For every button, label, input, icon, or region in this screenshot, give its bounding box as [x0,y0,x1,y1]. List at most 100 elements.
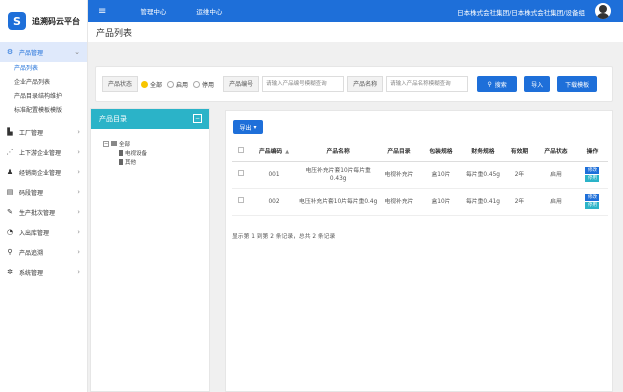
sidebar-item-label: 工厂管理 [19,129,44,137]
document-icon [119,149,123,156]
chevron-right-icon: › [77,208,80,216]
radio-disabled[interactable]: 停用 [193,80,214,89]
product-table: 产品编码 ▲ 产品名称 产品目录 包装规格 财务规格 有效期 产品状态 操作 00… [232,141,608,216]
search-button-label: 搜索 [494,81,507,89]
users-icon: ♟ [6,168,14,176]
tree-node-label: 全部 [119,141,131,148]
app-name: 追溯码云平台 [32,16,80,26]
avatar[interactable] [595,3,611,19]
code-label: 产品编号 [223,76,260,92]
caret-down-icon: ▾ [253,123,257,131]
cell-catalog: 电视补充片 [377,161,420,189]
catalog-tree-panel: 产品目录 − − 全部 电视设备 其他 [90,108,210,392]
sidebar-item-label: 码段管理 [19,189,44,197]
tree-title: 产品目录 [99,115,127,123]
pen-icon: ✎ [7,208,13,216]
disable-button[interactable]: 停用 [585,202,600,209]
document-icon [119,158,123,165]
col-actions: 操作 [576,141,608,162]
tree-node-root[interactable]: − 全部 [103,139,209,148]
menu-icon[interactable]: ≡ [98,6,106,17]
radio-label: 停用 [202,81,215,89]
radio-dot [141,80,149,88]
export-button[interactable]: 导出 ▾ [233,120,263,134]
sidebar-item-label: 产品追溯 [19,249,44,257]
disable-button[interactable]: 停用 [585,175,600,182]
sidebar-item-supply-chain[interactable]: ⋰ 上下游企业管理 › [0,142,87,162]
col-catalog: 产品目录 [377,141,420,162]
radio-enabled[interactable]: 启用 [167,80,188,89]
download-template-button[interactable]: 下载模板 [557,76,598,92]
row-select-cell[interactable] [232,188,250,216]
edit-button[interactable]: 修改 [585,194,600,201]
tree-toggle-icon[interactable]: − [103,140,109,147]
import-button[interactable]: 导入 [524,76,551,92]
sidebar-item-factory[interactable]: ▙ 工厂管理 › [0,122,87,142]
pagination-info: 显示第 1 到第 2 条记录，总共 2 条记录 [232,234,336,240]
cell-finance: 每片重0.45g [461,161,504,189]
collapse-icon[interactable]: − [193,114,202,123]
gear-icon: ⚙ [6,48,14,56]
export-button-label: 导出 [239,124,252,132]
sidebar-item-code-segment[interactable]: ▤ 码段管理 › [0,182,87,202]
product-code-input[interactable]: 请输入产品编号模糊查询 [262,76,345,92]
tree-header: 产品目录 − [91,109,209,129]
sort-icon[interactable]: ▲ [285,149,289,155]
row-select-cell[interactable] [232,161,250,189]
tree-node-child[interactable]: 其他 [103,157,209,166]
col-finance: 财务规格 [461,141,504,162]
edit-button[interactable]: 修改 [585,167,600,174]
tab-operations[interactable]: 运维中心 [196,6,222,16]
sidebar-item-system[interactable]: ✲ 系统管理 › [0,262,87,282]
search-button[interactable]: ⚲ 搜索 [477,76,518,92]
sidebar-item-warehouse[interactable]: ◔ 入出库管理 › [0,222,87,242]
radio-all[interactable]: 全部 [141,80,162,89]
cell-status: 启用 [534,161,577,189]
chevron-right-icon: › [77,148,80,156]
radio-dot [167,80,175,88]
topbar-nav: ≡ 管理中心 运维中心 日本株式会社集团/日本株式会社集团/设备组 [88,0,623,22]
radio-dot [193,80,201,88]
product-name-input[interactable]: 请输入产品名称模糊查询 [386,76,469,92]
select-all-cell[interactable] [232,141,250,162]
company-name[interactable]: 日本株式会社集团/日本株式会社集团/设备组 [457,7,585,17]
sidebar-item-product-mgmt[interactable]: ⚙ 产品管理 ⌄ [0,42,87,62]
tree-node-label: 其他 [125,159,137,166]
chevron-right-icon: › [77,268,80,276]
sidebar-sub-config-template[interactable]: 标准配置模板模版 [0,104,87,118]
table-row[interactable]: 002 电压补充片套10片每片重0.4g 电视补充片 盒10片 每片重0.41g… [232,188,608,216]
status-label: 产品状态 [102,76,139,92]
filter-bar: 产品状态 全部 启用 停用 产品编号 请输入产品编号模糊查询 产品名称 请输入产… [95,66,613,102]
factory-icon: ▙ [7,128,13,136]
search-icon: ⚲ [487,80,492,88]
sidebar-sub-product-list[interactable]: 产品列表 [0,62,87,76]
tree-node-child[interactable]: 电视设备 [103,148,209,157]
sidebar-sub-enterprise-products[interactable]: 企业产品列表 [0,76,87,90]
name-label: 产品名称 [347,76,384,92]
share-icon: ⋰ [6,148,14,156]
chevron-right-icon: › [77,188,80,196]
product-table-panel: 导出 ▾ 产品编码 ▲ 产品名称 产品目录 包装规格 财务规格 有效期 产品状态 … [225,110,613,392]
page-title-bar: 产品列表 [88,22,623,42]
sidebar-item-label: 经销商企业管理 [19,169,62,177]
sidebar-item-label: 生产批次管理 [19,209,56,217]
col-code[interactable]: 产品编码 ▲ [249,141,299,162]
select-all-checkbox[interactable] [237,146,244,153]
sidebar-item-batch[interactable]: ✎ 生产批次管理 › [0,202,87,222]
tree-node-label: 电视设备 [125,150,148,157]
sidebar-item-trace[interactable]: ⚲ 产品追溯 › [0,242,87,262]
row-checkbox[interactable] [237,170,244,176]
cell-name: 电压补充片套10片每片重0.4g [298,188,378,216]
cell-valid: 2年 [504,188,535,216]
code-icon: ▤ [6,188,14,196]
col-status: 产品状态 [534,141,577,162]
sidebar-item-dealer[interactable]: ♟ 经销商企业管理 › [0,162,87,182]
chevron-right-icon: › [77,248,80,256]
sidebar-sub-catalog-structure[interactable]: 产品目录结构维护 [0,90,87,104]
row-checkbox[interactable] [237,197,244,203]
app-logo[interactable]: S 追溯码云平台 [0,0,87,42]
cell-code: 001 [249,161,299,189]
table-row[interactable]: 001 电压补充片套10片每片重0.43g 电视补充片 盒10片 每片重0.45… [232,161,608,189]
tab-management[interactable]: 管理中心 [140,6,166,16]
cell-valid: 2年 [504,161,535,189]
